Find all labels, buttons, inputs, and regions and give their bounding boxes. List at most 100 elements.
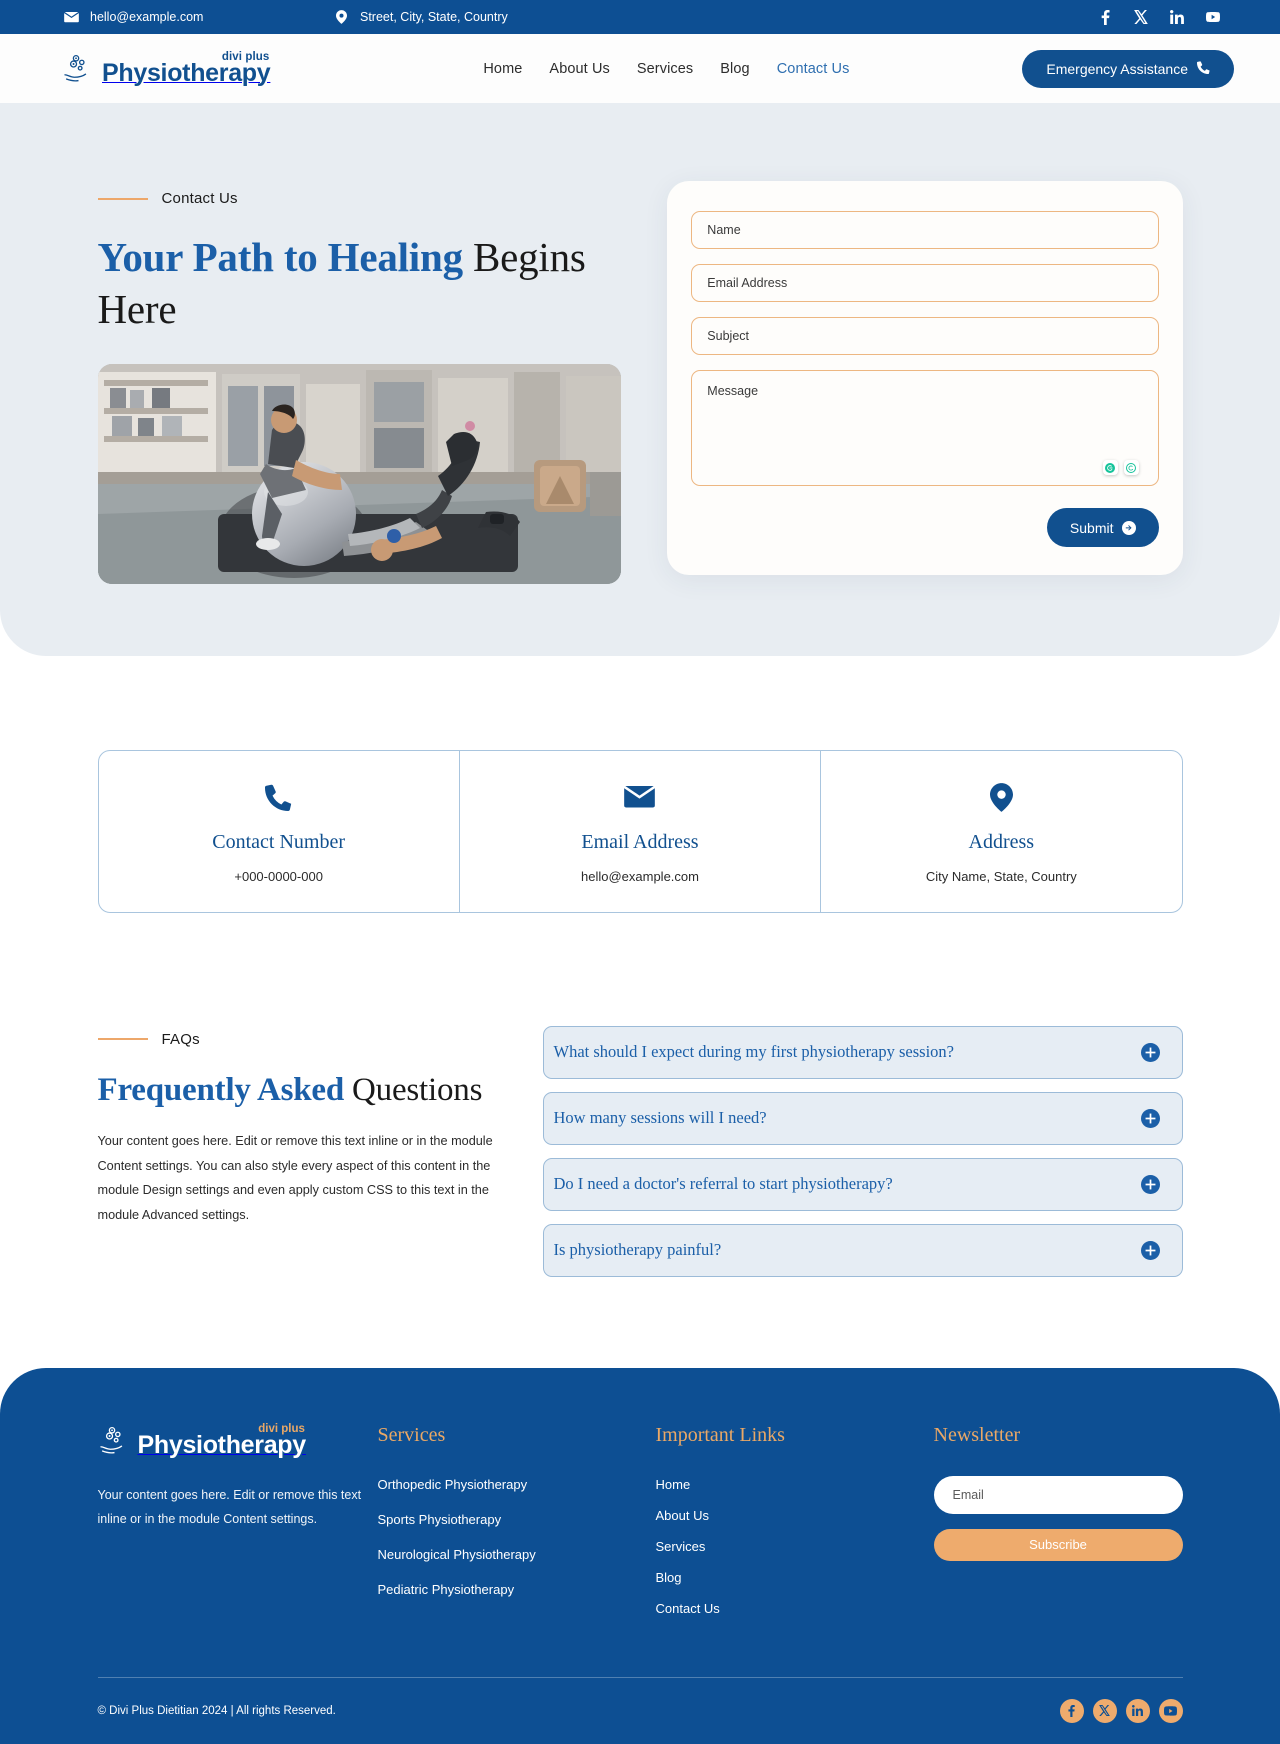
- envelope-icon: [64, 10, 79, 25]
- page-title: Your Path to Healing Begins Here: [98, 231, 632, 336]
- contact-card-title: Email Address: [581, 830, 699, 853]
- arrow-right-icon: [1121, 520, 1136, 535]
- phone-icon: [1196, 60, 1210, 77]
- footer-link-services[interactable]: Services: [656, 1539, 706, 1554]
- x-twitter-icon[interactable]: [1134, 10, 1148, 25]
- x-twitter-icon[interactable]: [1092, 1698, 1117, 1723]
- site-header: divi plus Physiotherapy Home About Us Se…: [0, 34, 1280, 103]
- faq-accordion-item[interactable]: What should I expect during my first phy…: [542, 1025, 1183, 1079]
- nav-item-about-us[interactable]: About Us: [549, 61, 609, 77]
- eyebrow-dash-icon: [97, 1038, 148, 1041]
- linkedin-icon[interactable]: [1170, 10, 1184, 25]
- footer-link-blog[interactable]: Blog: [656, 1570, 682, 1585]
- footer-service-neurological[interactable]: Neurological Physiotherapy: [378, 1547, 536, 1562]
- contact-card-email[interactable]: Email Address hello@example.com: [460, 750, 822, 912]
- emergency-assistance-label: Emergency Assistance: [1046, 60, 1188, 77]
- contact-info-cards: Contact Number +000-0000-000 Email Addre…: [97, 749, 1183, 913]
- plus-circle-icon[interactable]: [1140, 1108, 1160, 1128]
- editor-assist-badges: [1102, 460, 1139, 475]
- submit-button[interactable]: Submit: [1046, 508, 1159, 547]
- faq-title: Frequently Asked Questions: [98, 1072, 503, 1109]
- contact-card-title: Address: [968, 830, 1035, 853]
- message-field-wrapper: [691, 370, 1159, 486]
- topbar-address[interactable]: Street, City, State, Country: [334, 10, 1098, 25]
- topbar-address-text: Street, City, State, Country: [360, 10, 508, 24]
- grammarly-check-icon[interactable]: [1123, 460, 1139, 475]
- plus-circle-icon[interactable]: [1140, 1240, 1160, 1260]
- faq-title-rest: Questions: [343, 1071, 483, 1108]
- topbar-email[interactable]: hello@example.com: [64, 10, 334, 25]
- copyright-text: © Divi Plus Dietitian 2024 | All rights …: [97, 1704, 336, 1717]
- faq-question: How many sessions will I need?: [553, 1108, 767, 1128]
- list-item: About Us: [656, 1507, 934, 1525]
- youtube-icon[interactable]: [1158, 1698, 1183, 1723]
- footer-links-heading: Important Links: [655, 1423, 785, 1446]
- plus-circle-icon[interactable]: [1140, 1042, 1160, 1062]
- name-input[interactable]: [691, 211, 1159, 249]
- contact-card-title: Contact Number: [212, 830, 346, 853]
- location-pin-icon: [831, 781, 1171, 815]
- footer-links-column: Important Links Home About Us Services B…: [656, 1424, 934, 1631]
- hero-eyebrow: Contact Us: [97, 190, 632, 207]
- eyebrow-dash-icon: [97, 197, 148, 200]
- footer-brand-column: divi plus Physiotherapy Your content goe…: [97, 1422, 378, 1631]
- linkedin-icon[interactable]: [1125, 1698, 1150, 1723]
- list-item: Neurological Physiotherapy: [378, 1546, 656, 1564]
- message-textarea[interactable]: [691, 370, 1159, 486]
- faq-accordion: What should I expect during my first phy…: [542, 1023, 1183, 1290]
- footer-link-home[interactable]: Home: [656, 1477, 691, 1492]
- list-item: Blog: [656, 1569, 934, 1587]
- facebook-icon[interactable]: [1059, 1698, 1084, 1723]
- site-logo[interactable]: divi plus Physiotherapy: [62, 51, 271, 86]
- faq-description: Your content goes here. Edit or remove t…: [97, 1133, 493, 1223]
- main-navigation: Home About Us Services Blog Contact Us: [443, 61, 849, 77]
- faq-question: Do I need a doctor's referral to start p…: [553, 1174, 893, 1194]
- top-utility-bar: hello@example.com Street, City, State, C…: [0, 0, 1280, 34]
- faq-question: Is physiotherapy painful?: [553, 1240, 722, 1260]
- email-input[interactable]: [691, 264, 1159, 302]
- faq-accordion-item[interactable]: Is physiotherapy painful?: [542, 1223, 1183, 1277]
- plus-circle-icon[interactable]: [1140, 1174, 1160, 1194]
- faq-title-highlight: Frequently Asked: [97, 1071, 345, 1108]
- footer-links-list: Home About Us Services Blog Contact Us: [656, 1476, 934, 1618]
- list-item: Sports Physiotherapy: [378, 1511, 656, 1529]
- faq-intro: FAQs Frequently Asked Questions Your con…: [97, 1023, 503, 1290]
- youtube-icon[interactable]: [1206, 10, 1220, 25]
- physiotherapy-logo-icon: [98, 1424, 131, 1458]
- footer-logo-subtitle: divi plus: [258, 1422, 305, 1435]
- footer-services-list: Orthopedic Physiotherapy Sports Physioth…: [378, 1476, 656, 1599]
- nav-item-services[interactable]: Services: [637, 61, 693, 77]
- emergency-assistance-button[interactable]: Emergency Assistance: [1022, 49, 1234, 88]
- footer-services-column: Services Orthopedic Physiotherapy Sports…: [378, 1424, 656, 1631]
- topbar-social-links: [1098, 9, 1220, 25]
- subject-input[interactable]: [691, 317, 1159, 355]
- footer-link-about-us[interactable]: About Us: [656, 1508, 709, 1523]
- subscribe-button[interactable]: Subscribe: [933, 1528, 1183, 1561]
- footer-link-contact-us[interactable]: Contact Us: [656, 1601, 720, 1616]
- topbar-email-text: hello@example.com: [90, 10, 204, 24]
- nav-item-home[interactable]: Home: [483, 61, 522, 77]
- hero-left-column: Contact Us Your Path to Healing Begins H…: [97, 181, 632, 584]
- nav-item-contact-us[interactable]: Contact Us: [777, 61, 850, 77]
- footer-service-sports[interactable]: Sports Physiotherapy: [378, 1512, 502, 1527]
- newsletter-email-input[interactable]: [933, 1475, 1183, 1514]
- footer-service-orthopedic[interactable]: Orthopedic Physiotherapy: [378, 1477, 528, 1492]
- list-item: Services: [656, 1538, 934, 1556]
- footer-services-heading: Services: [377, 1423, 446, 1446]
- nav-item-blog[interactable]: Blog: [720, 61, 749, 77]
- site-footer: divi plus Physiotherapy Your content goe…: [0, 1367, 1280, 1744]
- footer-about-text: Your content goes here. Edit or remove t…: [97, 1487, 362, 1527]
- faq-section: FAQs Frequently Asked Questions Your con…: [0, 913, 1280, 1368]
- footer-logo-title: Physiotherapy: [137, 1430, 307, 1459]
- facebook-icon[interactable]: [1098, 9, 1112, 25]
- faq-accordion-item[interactable]: Do I need a doctor's referral to start p…: [542, 1157, 1183, 1211]
- contact-card-address[interactable]: Address City Name, State, Country: [821, 751, 1181, 912]
- hero-contact-section: Contact Us Your Path to Healing Begins H…: [0, 103, 1280, 656]
- footer-service-pediatric[interactable]: Pediatric Physiotherapy: [378, 1582, 515, 1597]
- footer-logo[interactable]: divi plus Physiotherapy: [98, 1422, 378, 1459]
- faq-accordion-item[interactable]: How many sessions will I need?: [542, 1091, 1183, 1145]
- physiotherapy-logo-icon: [62, 52, 95, 86]
- contact-card-phone[interactable]: Contact Number +000-0000-000: [99, 750, 460, 912]
- page-title-highlight: Your Path to Healing: [97, 234, 464, 280]
- grammarly-icon[interactable]: [1102, 460, 1118, 475]
